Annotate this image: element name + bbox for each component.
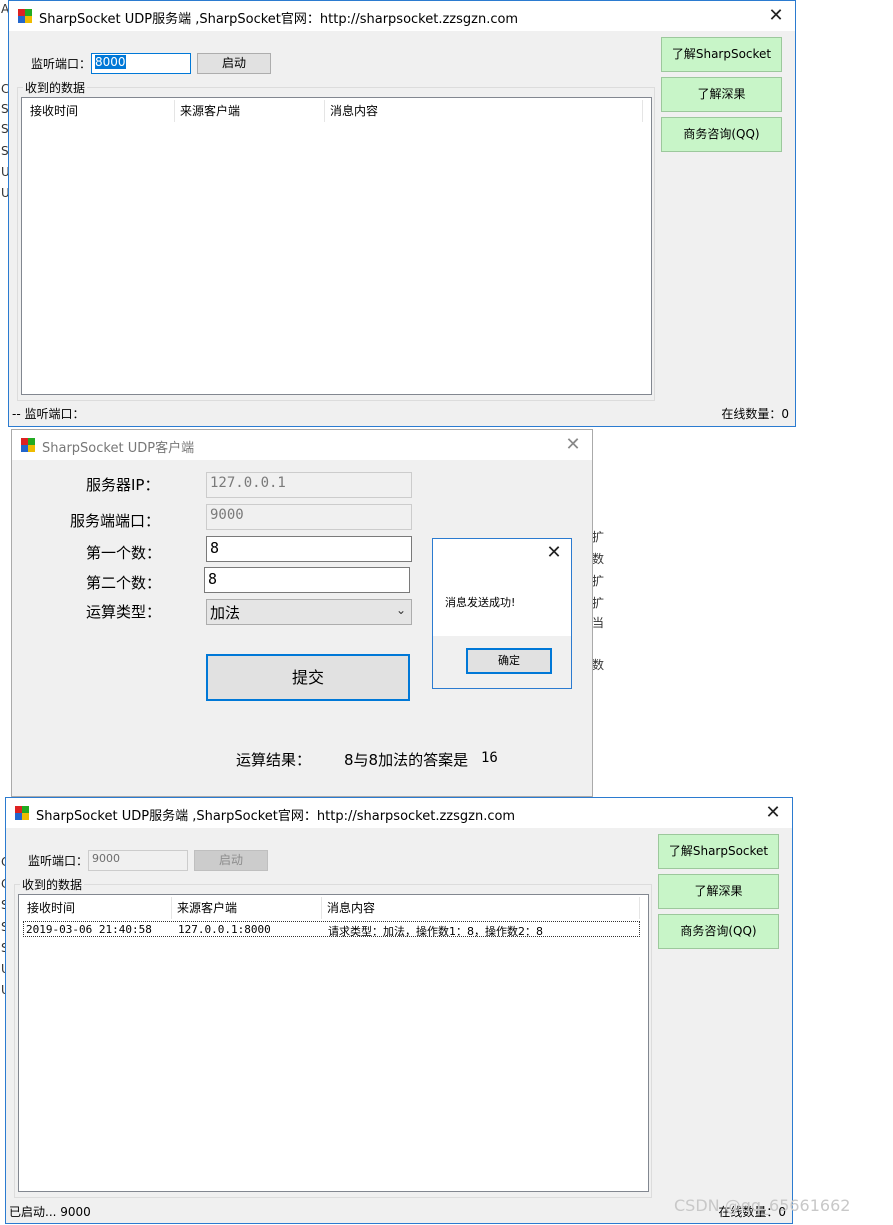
status-online-count: 在线数量：0 (721, 407, 789, 421)
watermark: CSDN @qq_65661662 (674, 1196, 851, 1215)
result-label: 运算结果： (236, 751, 312, 769)
message-text: 消息发送成功! (445, 596, 516, 609)
received-data-list[interactable]: 接收时间 来源客户端 消息内容 (21, 97, 652, 395)
column-separator[interactable] (639, 897, 640, 919)
cell-time: 2019-03-06 21:40:58 (26, 923, 152, 936)
second-number-input[interactable]: 8 (204, 567, 410, 593)
start-button[interactable]: 启动 (194, 850, 268, 871)
bg-text: 当 (592, 616, 605, 630)
ok-button[interactable]: 确定 (466, 648, 552, 674)
column-header-client[interactable]: 来源客户端 (177, 899, 237, 916)
server-window-bottom: SharpSocket UDP服务端 ,SharpSocket官网：http:/… (5, 797, 793, 1224)
app-icon (18, 9, 32, 23)
port-label: 监听端口： (28, 854, 89, 868)
submit-button[interactable]: 提交 (206, 654, 410, 701)
group-title: 收到的数据 (20, 876, 85, 893)
close-icon[interactable]: ✕ (560, 432, 586, 458)
status-left: 已启动... 9000 (9, 1205, 91, 1219)
bg-text: 数 (592, 552, 605, 566)
cell-client: 127.0.0.1:8000 (178, 923, 271, 936)
app-icon (21, 438, 35, 452)
server-window-top: SharpSocket UDP服务端 ,SharpSocket官网：http:/… (8, 0, 796, 427)
port-value: 8000 (95, 55, 126, 69)
column-separator[interactable] (174, 100, 175, 122)
column-header-message[interactable]: 消息内容 (330, 102, 378, 119)
server-port-label: 服务端端口： (70, 512, 161, 530)
column-separator[interactable] (171, 897, 172, 919)
chevron-down-icon: ⌄ (395, 603, 406, 617)
learn-shenguo-button[interactable]: 了解深果 (661, 77, 782, 112)
column-header-time[interactable]: 接收时间 (30, 102, 78, 119)
bg-text: 数 (592, 658, 605, 672)
close-icon[interactable]: ✕ (541, 540, 567, 566)
title-bar[interactable]: SharpSocket UDP服务端 ,SharpSocket官网：http:/… (6, 798, 792, 828)
business-consult-button[interactable]: 商务咨询(QQ) (658, 914, 779, 949)
operation-type-value: 加法 (210, 604, 241, 622)
server-ip-label: 服务器IP： (86, 476, 160, 494)
close-icon[interactable]: ✕ (763, 3, 789, 29)
business-consult-button[interactable]: 商务咨询(QQ) (661, 117, 782, 152)
window-title: SharpSocket UDP服务端 ,SharpSocket官网：http:/… (36, 809, 516, 824)
column-separator[interactable] (324, 100, 325, 122)
result-text: 8与8加法的答案是 (344, 751, 469, 769)
title-bar[interactable]: SharpSocket UDP服务端 ,SharpSocket官网：http:/… (9, 1, 795, 31)
port-label: 监听端口： (31, 57, 92, 71)
column-separator[interactable] (642, 100, 643, 122)
status-left: -- 监听端口： (12, 407, 85, 421)
second-number-label: 第二个数： (86, 574, 162, 592)
start-button[interactable]: 启动 (197, 53, 271, 74)
port-input[interactable]: 9000 (88, 850, 188, 871)
column-header-message[interactable]: 消息内容 (327, 899, 375, 916)
first-number-label: 第一个数： (86, 544, 162, 562)
bg-text: 扩 (592, 596, 605, 610)
learn-sharpsocket-button[interactable]: 了解SharpSocket (661, 37, 782, 72)
learn-sharpsocket-button[interactable]: 了解SharpSocket (658, 834, 779, 869)
app-icon (15, 806, 29, 820)
server-ip-input[interactable]: 127.0.0.1 (206, 472, 412, 498)
operation-type-label: 运算类型： (86, 603, 162, 621)
window-title: SharpSocket UDP客户端 (42, 441, 195, 456)
table-row[interactable]: 2019-03-06 21:40:58 127.0.0.1:8000 请求类型：… (23, 921, 640, 938)
bg-text: 扩 (592, 574, 605, 588)
group-title: 收到的数据 (23, 79, 88, 96)
close-icon[interactable]: ✕ (760, 800, 786, 826)
window-title: SharpSocket UDP服务端 ,SharpSocket官网：http:/… (39, 12, 519, 27)
result-value: 16 (481, 750, 498, 766)
message-box-footer: 确定 (433, 636, 571, 688)
column-separator[interactable] (321, 897, 322, 919)
title-bar[interactable]: SharpSocket UDP客户端 ✕ (12, 430, 592, 460)
port-input[interactable]: 8000 (91, 53, 191, 74)
received-data-list[interactable]: 接收时间 来源客户端 消息内容 2019-03-06 21:40:58 127.… (18, 894, 649, 1192)
first-number-input[interactable]: 8 (206, 536, 412, 562)
bg-text: 扩 (592, 530, 605, 544)
server-port-input[interactable]: 9000 (206, 504, 412, 530)
operation-type-select[interactable]: 加法 ⌄ (206, 599, 412, 625)
learn-shenguo-button[interactable]: 了解深果 (658, 874, 779, 909)
column-header-client[interactable]: 来源客户端 (180, 102, 240, 119)
message-box: ✕ 消息发送成功! 确定 (432, 538, 572, 689)
cell-message: 请求类型：加法，操作数1：8，操作数2：8 (328, 925, 543, 938)
column-header-time[interactable]: 接收时间 (27, 899, 75, 916)
